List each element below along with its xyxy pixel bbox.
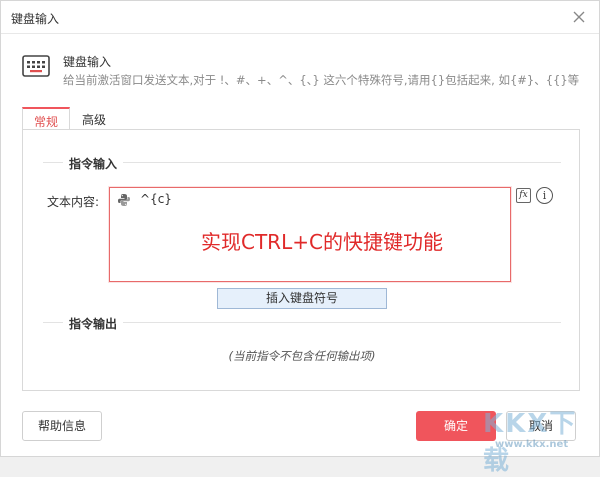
dialog-titlebar: 键盘输入: [1, 1, 599, 34]
text-content-label: 文本内容:: [47, 195, 100, 209]
dialog-title: 键盘输入: [11, 12, 60, 26]
keyboard-icon: [22, 55, 50, 77]
python-icon: [117, 193, 131, 207]
annotation-text: 实现CTRL+C的快捷键功能: [201, 230, 443, 254]
cancel-button[interactable]: 取消: [506, 411, 576, 441]
output-section-title: 指令输出: [63, 315, 124, 332]
tab-advanced[interactable]: 高级: [74, 107, 114, 130]
header-title: 键盘输入: [63, 55, 112, 69]
fx-icon[interactable]: fx: [516, 188, 531, 203]
insert-keyboard-symbol-button[interactable]: 插入键盘符号: [217, 288, 387, 309]
tab-regular[interactable]: 常规: [22, 107, 70, 130]
close-icon[interactable]: [571, 9, 587, 25]
info-icon[interactable]: i: [536, 187, 553, 204]
help-button[interactable]: 帮助信息: [22, 411, 102, 441]
header-description: 给当前激活窗口发送文本,对于 !、#、+、^、{、} 这六个特殊符号,请用{}包…: [63, 73, 580, 87]
input-section-title: 指令输入: [63, 155, 124, 172]
empty-output-message: (当前指令不包含任何输出项): [228, 349, 376, 363]
tab-panel-regular: 指令输入 文本内容: ^{c} 实现CTRL+C的快捷键功能 fx i 插入键盘…: [22, 129, 580, 391]
keyboard-input-dialog: 键盘输入 键盘输入 给当前激活窗口发送文本,对于 !、#、+、^、{、} 这六个…: [0, 0, 600, 476]
text-content-value: ^{c}: [140, 192, 172, 206]
ok-button[interactable]: 确定: [416, 411, 496, 441]
